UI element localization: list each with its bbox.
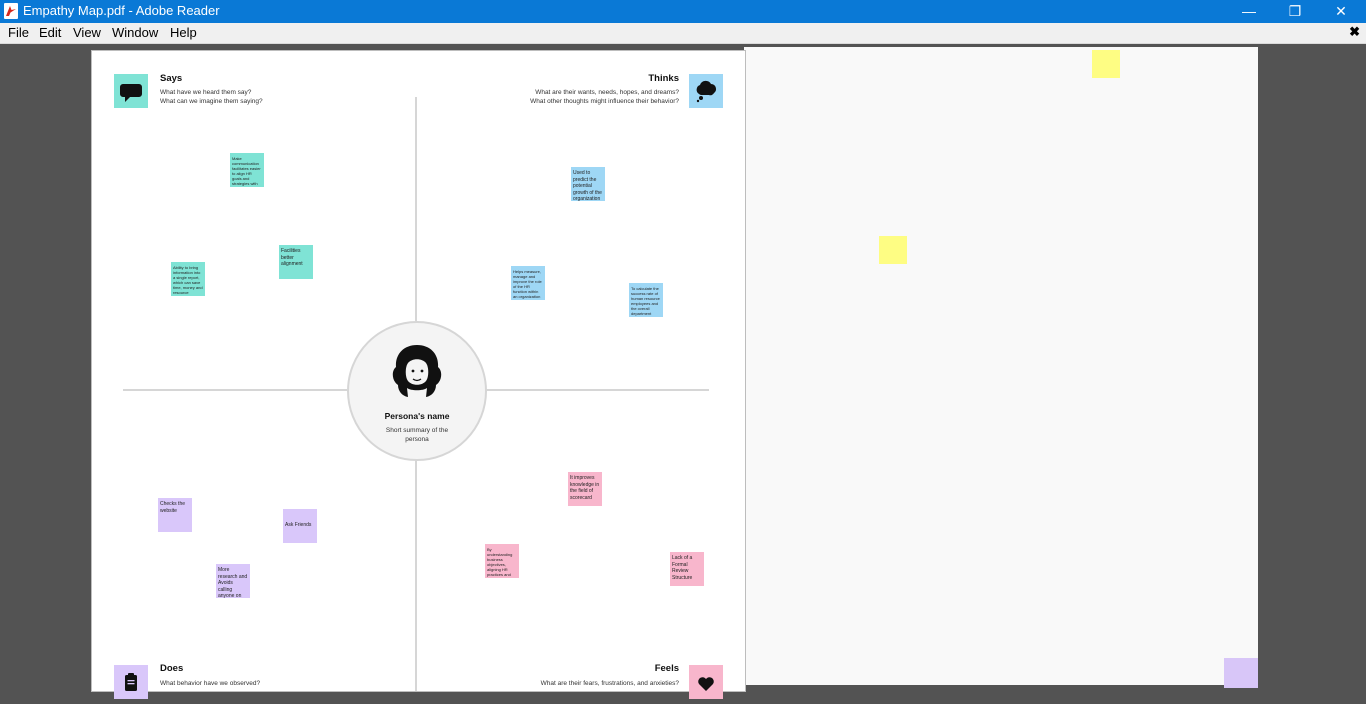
restore-button[interactable]: ❐ [1272, 0, 1318, 23]
feels-subtitle-1: What are their fears, frustrations, and … [540, 680, 679, 687]
menu-bar: File Edit View Window Help [0, 23, 1366, 44]
does-title: Does [160, 663, 184, 674]
sticky-note-thinks[interactable]: Helps measure, manage and improve the ro… [511, 266, 545, 300]
persona-summary: Short summary of the persona [385, 427, 449, 443]
feels-title: Feels [654, 663, 679, 674]
divider-vertical-top [415, 97, 417, 321]
divider-vertical-bottom [415, 459, 417, 691]
persona-name: Persona's name [384, 411, 450, 421]
does-subtitle-1: What behavior have we observed? [160, 680, 261, 687]
says-title: Says [160, 73, 183, 84]
menu-edit[interactable]: Edit [39, 25, 61, 41]
thinks-subtitle-1: What are their wants, needs, hopes, and … [535, 89, 679, 96]
sticky-note-does[interactable]: Checks the website [158, 498, 192, 532]
sticky-note-does[interactable]: More research and Avoids calling anyone … [216, 564, 250, 598]
menu-window[interactable]: Window [112, 25, 158, 41]
thinks-title: Thinks [648, 73, 679, 84]
menu-help[interactable]: Help [170, 25, 197, 41]
close-button[interactable]: ✕ [1318, 0, 1364, 23]
sticky-note-says[interactable]: Facilities better alignment [279, 245, 313, 279]
sticky-note-thinks[interactable]: To calculate the success rate of human r… [629, 283, 663, 317]
heart-icon [689, 665, 723, 699]
sticky-note-feels[interactable]: It improves knowledge in the field of sc… [568, 472, 602, 506]
minimize-button[interactable]: — [1226, 0, 1272, 23]
sticky-note[interactable] [1224, 658, 1258, 688]
adobe-reader-icon [4, 3, 18, 19]
thinks-subtitle-2: What other thoughts might influence thei… [530, 98, 679, 105]
says-subtitle-2: What can we imagine them saying? [160, 98, 263, 105]
divider-horizontal-right [485, 389, 709, 391]
persona-avatar-icon [392, 345, 442, 397]
sticky-note-feels[interactable]: Lack of a Formal Review Structure [670, 552, 704, 586]
menu-view[interactable]: View [73, 25, 101, 41]
persona-circle: Persona's name Short summary of the pers… [347, 321, 487, 461]
sticky-note-thinks[interactable]: Used to predict the potential growth of … [571, 167, 605, 201]
speech-bubble-icon [114, 74, 148, 108]
sticky-note-does[interactable]: Ask Friends [283, 509, 317, 543]
sticky-note-says[interactable]: Make communication facilitates easier to… [230, 153, 264, 187]
menu-file[interactable]: File [8, 25, 29, 41]
title-bar: Empathy Map.pdf - Adobe Reader — ❐ ✕ [0, 0, 1366, 23]
close-document-icon[interactable]: ✖ [1349, 24, 1360, 40]
sticky-note-feels[interactable]: By understanding business objectives, al… [485, 544, 519, 578]
pdf-page: Says What have we heard them say? What c… [91, 50, 746, 699]
clipboard-icon [114, 665, 148, 699]
sticky-note[interactable] [1092, 50, 1120, 78]
window-title: Empathy Map.pdf - Adobe Reader [23, 3, 220, 18]
thought-cloud-icon [689, 74, 723, 108]
whiteboard-area [744, 47, 1258, 688]
sticky-note-says[interactable]: Ability to bring information into a sing… [171, 262, 205, 296]
says-subtitle-1: What have we heard them say? [160, 89, 252, 96]
divider-horizontal-left [123, 389, 347, 391]
sticky-note[interactable] [879, 236, 907, 264]
